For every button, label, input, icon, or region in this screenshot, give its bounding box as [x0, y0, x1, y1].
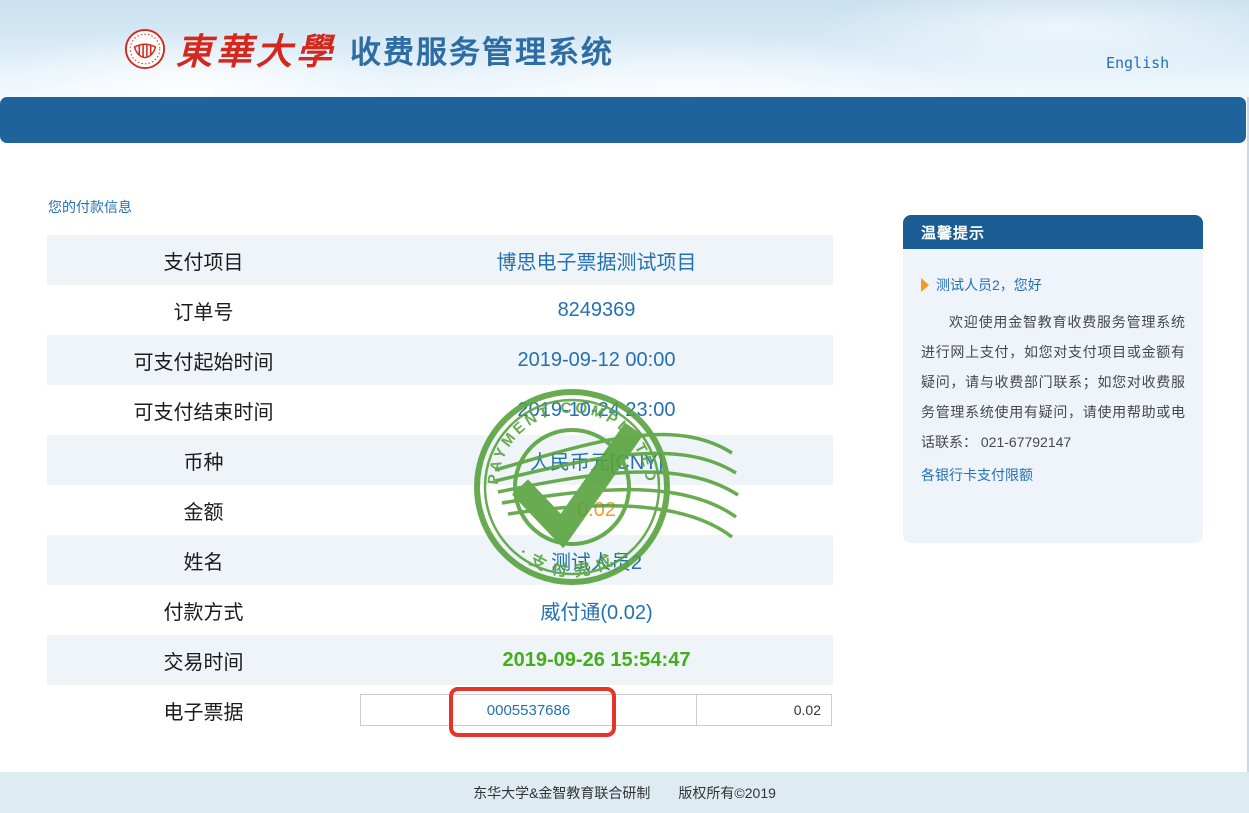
row-label: 姓名	[47, 546, 360, 575]
transaction-time-value: 2019-09-26 15:54:47	[360, 649, 833, 672]
footer: 东华大学&金智教育联合研制 版权所有©2019	[0, 772, 1249, 813]
nav-bar	[0, 97, 1246, 143]
row-label: 币种	[47, 446, 360, 475]
payment-method-value: 威付通(0.02)	[360, 596, 833, 625]
english-language-link[interactable]: English	[1106, 54, 1169, 72]
table-row: 金额 0.02	[47, 485, 833, 535]
row-label: 可支付起始时间	[47, 346, 360, 375]
row-label: 支付项目	[47, 246, 360, 275]
table-row: 支付项目 博思电子票据测试项目	[47, 235, 833, 285]
currency-value: 人民币元[CNY]	[360, 446, 833, 475]
invoice-amount: 0.02	[697, 695, 831, 725]
brand: 東華大學 收费服务管理系统	[124, 23, 614, 75]
table-row: 可支付结束时间 2019-10-24 23:00	[47, 385, 833, 435]
welcome-message: 欢迎使用金智教育收费服务管理系统进行网上支付，如您对支付项目或金额有疑问，请与收…	[921, 307, 1185, 457]
system-title: 收费服务管理系统	[350, 27, 614, 72]
invoice-table: 0005537686 0.02	[360, 694, 832, 726]
order-number-value: 8249369	[360, 299, 833, 322]
payment-info-table: 支付项目 博思电子票据测试项目 订单号 8249369 可支付起始时间 2019…	[47, 235, 833, 735]
table-row: 姓名 测试人员2	[47, 535, 833, 585]
table-row: 币种 人民币元[CNY]	[47, 435, 833, 485]
greeting-text: 测试人员2，您好	[936, 275, 1042, 295]
row-label: 订单号	[47, 296, 360, 325]
pay-start-time-value: 2019-09-12 00:00	[360, 349, 833, 372]
tips-sidebar-title: 温馨提示	[903, 215, 1203, 249]
table-row: 付款方式 威付通(0.02)	[47, 585, 833, 635]
row-label: 可支付结束时间	[47, 396, 360, 425]
tips-sidebar: 温馨提示 测试人员2，您好 欢迎使用金智教育收费服务管理系统进行网上支付，如您对…	[903, 215, 1203, 543]
greeting-row: 测试人员2，您好	[921, 275, 1185, 295]
bank-card-limit-link[interactable]: 各银行卡支付限额	[921, 465, 1033, 485]
table-row: 交易时间 2019-09-26 15:54:47	[47, 635, 833, 685]
row-label: 付款方式	[47, 596, 360, 625]
table-row: 订单号 8249369	[47, 285, 833, 335]
table-row: 可支付起始时间 2019-09-12 00:00	[47, 335, 833, 385]
header-banner: 東華大學 收费服务管理系统 English	[0, 0, 1249, 97]
university-seal-logo	[124, 28, 166, 70]
payer-name-value: 测试人员2	[360, 546, 833, 575]
payment-section-title: 您的付款信息	[48, 197, 132, 217]
pay-end-time-value: 2019-10-24 23:00	[360, 399, 833, 422]
tips-sidebar-body: 测试人员2，您好 欢迎使用金智教育收费服务管理系统进行网上支付，如您对支付项目或…	[903, 249, 1203, 543]
copyright-text: 东华大学&金智教育联合研制 版权所有©2019	[473, 783, 776, 803]
university-name: 東華大學	[176, 23, 336, 75]
row-label: 电子票据	[47, 696, 360, 725]
row-label: 金额	[47, 496, 360, 525]
arrow-bullet-icon	[921, 278, 929, 292]
table-row-invoice: 电子票据 0005537686 0.02	[47, 685, 833, 735]
payment-project-value[interactable]: 博思电子票据测试项目	[360, 246, 833, 275]
invoice-number-link[interactable]: 0005537686	[361, 695, 697, 725]
amount-value: 0.02	[360, 499, 833, 522]
row-label: 交易时间	[47, 646, 360, 675]
